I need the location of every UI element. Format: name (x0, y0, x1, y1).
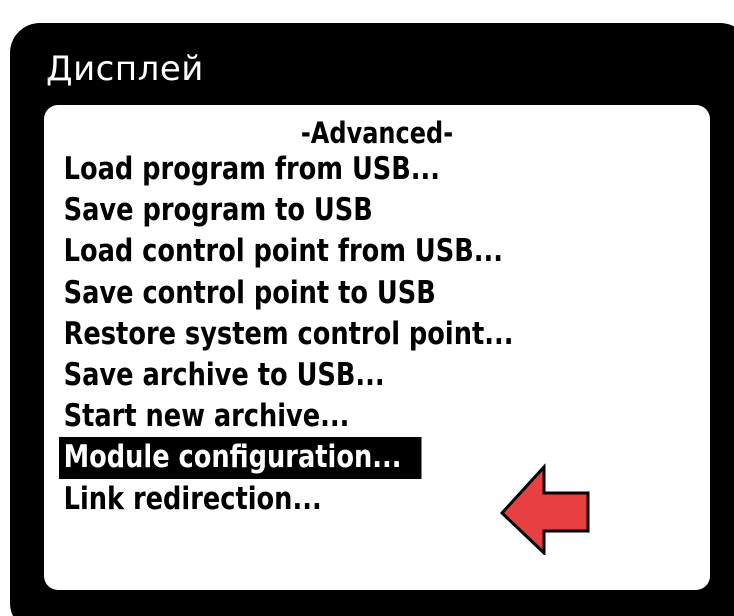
menu-screen: -Advanced- Load program from USB... Save… (44, 105, 710, 590)
menu-list: Load program from USB... Save program to… (59, 149, 575, 520)
menu-item-load-control-point[interactable]: Load control point from USB... (59, 231, 523, 272)
menu-item-load-program[interactable]: Load program from USB... (59, 149, 460, 190)
menu-heading: -Advanced- (300, 116, 454, 150)
menu-item-restore-control-point[interactable]: Restore system control point... (59, 314, 534, 355)
menu-item-link-redirection[interactable]: Link redirection... (59, 479, 342, 520)
menu-item-save-archive[interactable]: Save archive to USB... (59, 355, 405, 396)
menu-item-start-archive[interactable]: Start new archive... (59, 396, 370, 437)
menu-item-module-configuration[interactable]: Module configuration... (59, 437, 422, 479)
menu-item-save-program[interactable]: Save program to USB (59, 190, 393, 231)
menu-item-save-control-point[interactable]: Save control point to USB (59, 273, 456, 314)
display-title: Дисплей (46, 49, 204, 89)
left-arrow-icon (500, 463, 590, 555)
